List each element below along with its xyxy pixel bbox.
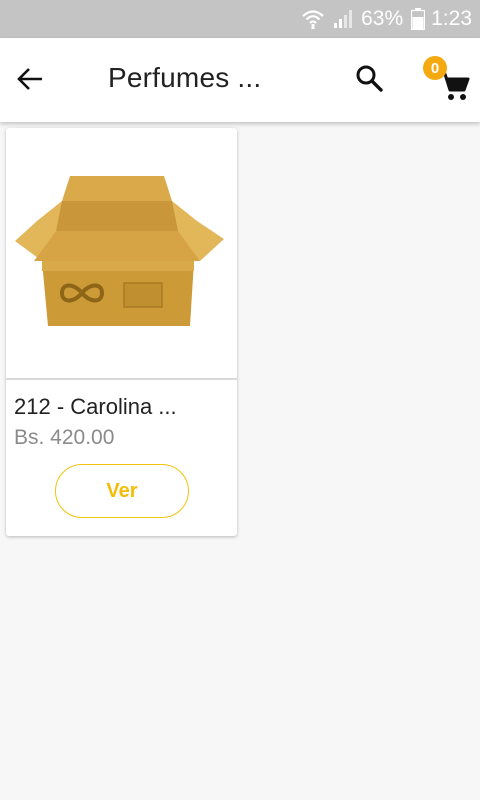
signal-icon xyxy=(333,9,355,29)
page-title: Perfumes ... xyxy=(108,62,262,93)
status-bar: 63% 1:23 xyxy=(0,0,480,38)
wifi-icon xyxy=(301,8,325,30)
arrow-left-icon xyxy=(16,65,44,98)
cart-count-badge: 0 xyxy=(423,56,447,80)
view-product-button[interactable]: Ver xyxy=(55,464,189,518)
package-box-icon xyxy=(12,161,232,346)
product-image xyxy=(6,128,237,380)
search-button[interactable] xyxy=(352,63,386,97)
back-button[interactable] xyxy=(14,65,46,97)
status-time: 1:23 xyxy=(431,7,472,30)
product-card[interactable]: 212 - Carolina ... Bs. 420.00 Ver xyxy=(6,128,237,536)
app-bar: Perfumes ... 0 xyxy=(0,38,480,122)
product-price: Bs. 420.00 xyxy=(14,426,115,449)
product-name: 212 - Carolina ... xyxy=(14,394,177,419)
battery-percent: 63% xyxy=(361,7,404,30)
battery-icon xyxy=(411,8,426,30)
search-icon xyxy=(354,63,384,98)
